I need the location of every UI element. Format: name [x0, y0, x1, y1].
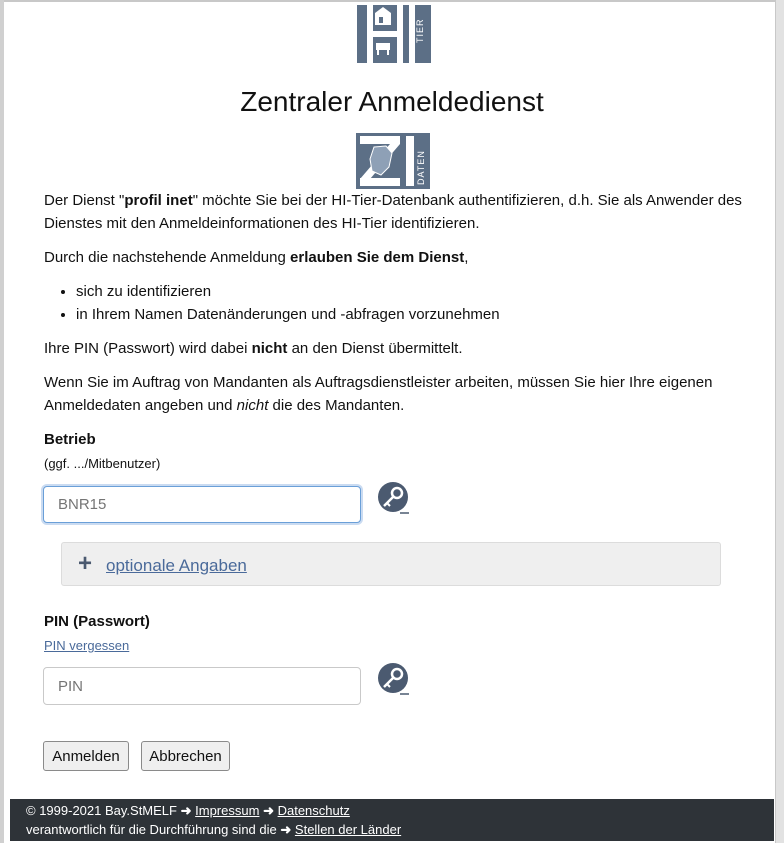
- datenschutz-link[interactable]: Datenschutz: [278, 803, 350, 818]
- window-left-border: [0, 0, 4, 843]
- intro-text: Der Dienst "profil inet" möchte Sie bei …: [44, 189, 744, 428]
- copyright-text: © 1999-2021 Bay.StMELF: [26, 803, 177, 818]
- footer-line-2: verantwortlich für die Durchführung sind…: [26, 820, 774, 839]
- intro-p2-bold: erlauben Sie dem Dienst: [290, 249, 465, 266]
- intro-paragraph-3: Ihre PIN (Passwort) wird dabei nicht an …: [44, 337, 744, 360]
- intro-paragraph-4: Wenn Sie im Auftrag von Mandanten als Au…: [44, 371, 744, 417]
- pin-label: PIN (Passwort): [44, 613, 150, 630]
- list-item: sich zu identifizieren: [76, 280, 744, 303]
- betrieb-key-icon[interactable]: [376, 481, 410, 515]
- intro-p3-before: Ihre PIN (Passwort) wird dabei: [44, 340, 252, 357]
- optional-details-label[interactable]: optionale Angaben: [106, 556, 247, 576]
- arrow-right-icon: ➜: [180, 803, 192, 818]
- login-button[interactable]: Anmelden: [43, 741, 129, 771]
- intro-p2-before: Durch die nachstehende Anmeldung: [44, 249, 291, 266]
- intro-p3-bold: nicht: [251, 340, 288, 357]
- impressum-link[interactable]: Impressum: [195, 803, 259, 818]
- optional-details-toggle[interactable]: + optionale Angaben: [61, 542, 721, 586]
- stellen-der-laender-link[interactable]: Stellen der Länder: [295, 822, 401, 837]
- hi-tier-logo-text: TIER: [415, 18, 425, 43]
- footer: © 1999-2021 Bay.StMELF ➜ Impressum ➜ Dat…: [10, 799, 774, 841]
- betrieb-input[interactable]: [43, 486, 361, 523]
- intro-paragraph-1: Der Dienst "profil inet" möchte Sie bei …: [44, 189, 744, 235]
- intro-p2-after: ,: [464, 249, 469, 266]
- intro-p1-before: Der Dienst ": [44, 192, 125, 209]
- page-title: Zentraler Anmeldedienst: [240, 86, 544, 117]
- intro-paragraph-2: Durch die nachstehende Anmeldung erlaube…: [44, 246, 744, 269]
- responsible-text: verantwortlich für die Durchführung sind…: [26, 822, 277, 837]
- pin-input[interactable]: [43, 667, 361, 705]
- arrow-right-icon: ➜: [263, 803, 274, 818]
- cancel-button[interactable]: Abbrechen: [141, 741, 230, 771]
- scrollbar[interactable]: [775, 0, 784, 843]
- zi-daten-logo: DATEN: [356, 133, 430, 189]
- permission-list: sich zu identifizieren in Ihrem Namen Da…: [44, 280, 744, 326]
- intro-p4-italic: nicht: [236, 397, 269, 414]
- plus-icon: +: [78, 550, 93, 577]
- intro-p3-after: an den Dienst übermittelt.: [287, 340, 463, 357]
- betrieb-hint: (ggf. .../Mitbenutzer): [44, 456, 161, 471]
- pin-key-icon[interactable]: [376, 662, 410, 696]
- zi-daten-logo-text: DATEN: [416, 150, 426, 185]
- service-name: profil inet: [124, 192, 193, 209]
- list-item: in Ihrem Namen Datenänderungen und -abfr…: [76, 303, 744, 326]
- arrow-right-icon: ➜: [280, 822, 292, 837]
- intro-p4-after: die des Mandanten.: [268, 397, 405, 414]
- pin-forgot-link[interactable]: PIN vergessen: [44, 638, 129, 653]
- footer-line-1: © 1999-2021 Bay.StMELF ➜ Impressum ➜ Dat…: [26, 801, 774, 820]
- hi-tier-logo: TIER: [357, 5, 431, 63]
- betrieb-label: Betrieb: [44, 431, 96, 448]
- window-top-border: [0, 0, 784, 2]
